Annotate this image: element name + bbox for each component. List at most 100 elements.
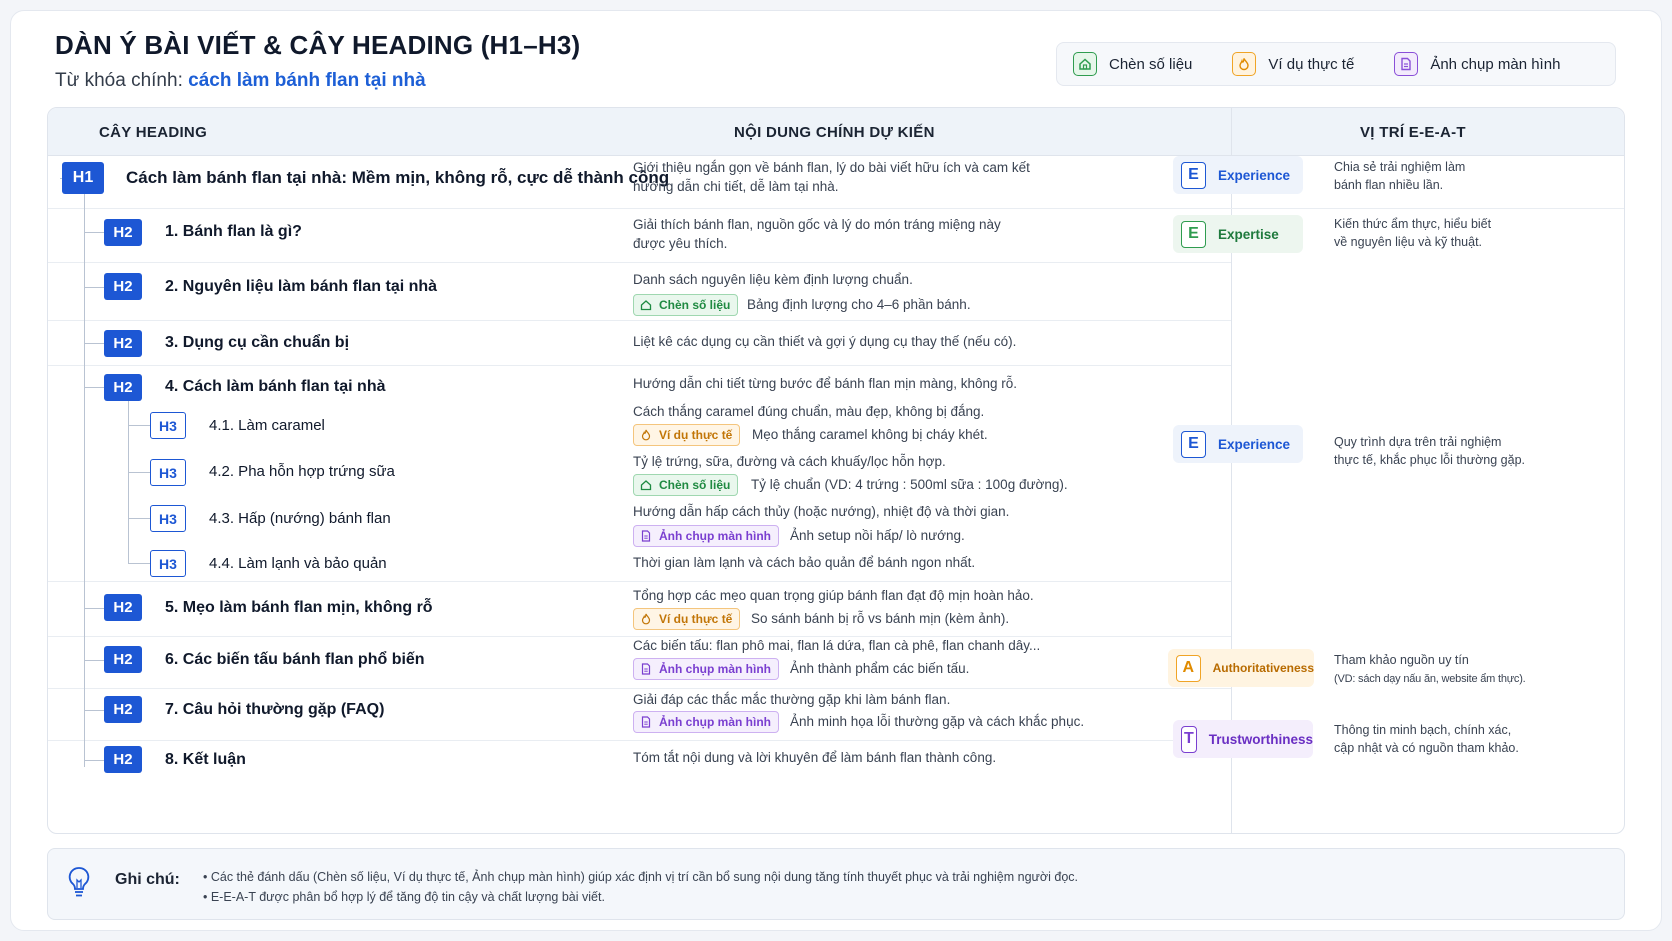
flame-icon (639, 612, 653, 626)
heading-level-badge: H2 (104, 219, 142, 246)
eeat-badge-authoritativeness: A Authoritativeness (1168, 649, 1314, 687)
col-header-content: NỘI DUNG CHÍNH DỰ KIẾN (734, 124, 935, 141)
flame-icon (1232, 52, 1257, 76)
legend-item-example: Ví dụ thực tế (1232, 52, 1354, 76)
eeat-label: Experience (1218, 436, 1291, 452)
tag-label: Ảnh chụp màn hình (659, 662, 771, 676)
outline-table: CÂY HEADING NỘI DUNG CHÍNH DỰ KIẾN VỊ TR… (47, 107, 1625, 834)
tag-label: Chèn số liệu (659, 478, 731, 492)
heading-level-badge: H3 (150, 505, 186, 532)
keyword-line: Từ khóa chính: cách làm bánh flan tại nh… (55, 70, 426, 92)
tree-line (128, 563, 150, 564)
eeat-label: Expertise (1218, 226, 1279, 242)
tag-note: Mẹo thắng caramel không bị cháy khét. (752, 427, 988, 442)
heading-title[interactable]: 4. Cách làm bánh flan tại nhà (165, 378, 386, 396)
heading-title[interactable]: 1. Bánh flan là gì? (165, 223, 302, 241)
eeat-badge-expertise: E Expertise (1173, 215, 1303, 253)
house-icon (639, 478, 653, 492)
tag-screenshot: Ảnh chụp màn hình (633, 711, 779, 733)
eeat-description: (VD: sách dạy nấu ăn, website ẩm thực). (1334, 673, 1526, 685)
heading-title[interactable]: 4.1. Làm caramel (209, 417, 325, 434)
heading-level-badge: H2 (104, 646, 142, 673)
tag-label: Ví dụ thực tế (659, 612, 733, 626)
content-text: được yêu thích. (633, 236, 728, 251)
tag-label: Ảnh chụp màn hình (659, 529, 771, 543)
keyword-label: Từ khóa chính: (55, 70, 189, 91)
heading-level-badge: H3 (150, 550, 186, 577)
content-text: hướng dẫn chi tiết, dễ làm tại nhà. (633, 179, 839, 194)
heading-title[interactable]: 4.3. Hấp (nướng) bánh flan (209, 510, 391, 527)
house-icon (639, 298, 653, 312)
notes-panel: Ghi chú: • Các thẻ đánh dấu (Chèn số liệ… (47, 848, 1625, 920)
keyword-value: cách làm bánh flan tại nhà (188, 70, 426, 91)
heading-title[interactable]: 2. Nguyên liệu làm bánh flan tại nhà (165, 278, 437, 296)
row-divider (48, 208, 1231, 209)
house-icon (1073, 52, 1097, 76)
content-text: Tóm tắt nội dung và lời khuyên để làm bá… (633, 750, 997, 765)
eeat-description: về nguyên liệu và kỹ thuật. (1334, 235, 1483, 249)
heading-title[interactable]: 5. Mẹo làm bánh flan mịn, không rỗ (165, 599, 433, 617)
eeat-description: Quy trình dựa trên trải nghiệm (1334, 435, 1502, 449)
flame-icon (639, 428, 653, 442)
content-text: Liệt kê các dụng cụ cần thiết và gợi ý d… (633, 334, 1017, 349)
eeat-description: Thông tin minh bạch, chính xác, (1334, 723, 1512, 737)
tag-screenshot: Ảnh chụp màn hình (633, 658, 779, 680)
content-text: Giới thiệu ngắn gọn về bánh flan, lý do … (633, 160, 1030, 175)
eeat-badge-experience: E Experience (1173, 425, 1303, 463)
notes-label: Ghi chú: (115, 871, 180, 888)
tag-label: Chèn số liệu (659, 298, 731, 312)
col-header-heading: CÂY HEADING (99, 124, 208, 141)
eeat-label: Authoritativeness (1212, 661, 1314, 675)
legend-item-data: Chèn số liệu (1073, 52, 1192, 76)
eeat-letter: T (1181, 725, 1197, 753)
heading-title[interactable]: 7. Câu hỏi thường gặp (FAQ) (165, 701, 384, 719)
document-icon (639, 529, 653, 543)
tree-line (84, 343, 104, 344)
heading-title[interactable]: Cách làm bánh flan tại nhà: Mềm mịn, khô… (126, 168, 669, 188)
heading-level-badge: H2 (104, 330, 142, 357)
content-text: Giải đáp các thắc mắc thường gặp khi làm… (633, 692, 951, 707)
heading-title[interactable]: 6. Các biến tấu bánh flan phổ biến (165, 651, 425, 669)
tag-note: Bảng định lượng cho 4–6 phần bánh. (747, 297, 971, 312)
tag-note: Ảnh minh họa lỗi thường gặp và cách khắc… (790, 714, 1085, 729)
tree-line (84, 710, 104, 711)
eeat-letter: E (1181, 161, 1206, 189)
content-text: Tổng hợp các mẹo quan trọng giúp bánh fl… (633, 588, 1034, 603)
content-text: Cách thắng caramel đúng chuẩn, màu đẹp, … (633, 404, 985, 419)
eeat-description: cập nhật và có nguồn tham khảo. (1334, 741, 1519, 755)
heading-title[interactable]: 4.2. Pha hỗn hợp trứng sữa (209, 463, 395, 480)
row-divider (48, 581, 1231, 582)
eeat-description: Chia sẻ trải nghiệm làm (1334, 160, 1466, 174)
content-text: Hướng dẫn chi tiết từng bước để bánh fla… (633, 376, 1018, 391)
tree-line (84, 760, 104, 761)
row-divider (48, 365, 1231, 366)
heading-title[interactable]: 4.4. Làm lạnh và bảo quản (209, 555, 387, 572)
tag-note: Ảnh setup nồi hấp/ lò nướng. (790, 528, 965, 543)
eeat-letter: E (1181, 220, 1206, 248)
eeat-description: bánh flan nhiều lần. (1334, 178, 1444, 192)
note-item: • E-E-A-T được phân bổ hợp lý để tăng độ… (203, 890, 605, 904)
heading-title[interactable]: 8. Kết luận (165, 751, 246, 769)
eeat-badge-experience: E Experience (1173, 156, 1303, 194)
heading-title[interactable]: 3. Dụng cụ cần chuẩn bị (165, 334, 349, 352)
tag-example: Ví dụ thực tế (633, 608, 741, 630)
tree-line (84, 660, 104, 661)
content-text: Giải thích bánh flan, nguồn gốc và lý do… (633, 217, 1001, 232)
document-icon (639, 715, 653, 729)
legend-item-screenshot: Ảnh chụp màn hình (1394, 52, 1560, 76)
col-header-eeat: VỊ TRÍ E-E-A-T (1360, 124, 1466, 141)
tree-line (84, 232, 104, 233)
tag-label: Ảnh chụp màn hình (659, 715, 771, 729)
tree-line (128, 425, 150, 426)
tag-example: Ví dụ thực tế (633, 424, 741, 446)
heading-level-badge: H2 (104, 273, 142, 300)
content-text: Tỷ lệ trứng, sữa, đường và cách khuấy/lọ… (633, 454, 946, 469)
row-divider (48, 740, 1231, 741)
row-divider (48, 688, 1231, 689)
heading-level-badge: H2 (104, 374, 142, 401)
legend-label: Ảnh chụp màn hình (1430, 55, 1561, 73)
tag-data: Chèn số liệu (633, 474, 739, 496)
tree-line (128, 472, 150, 473)
document-icon (1394, 52, 1419, 76)
tree-line (84, 608, 104, 609)
